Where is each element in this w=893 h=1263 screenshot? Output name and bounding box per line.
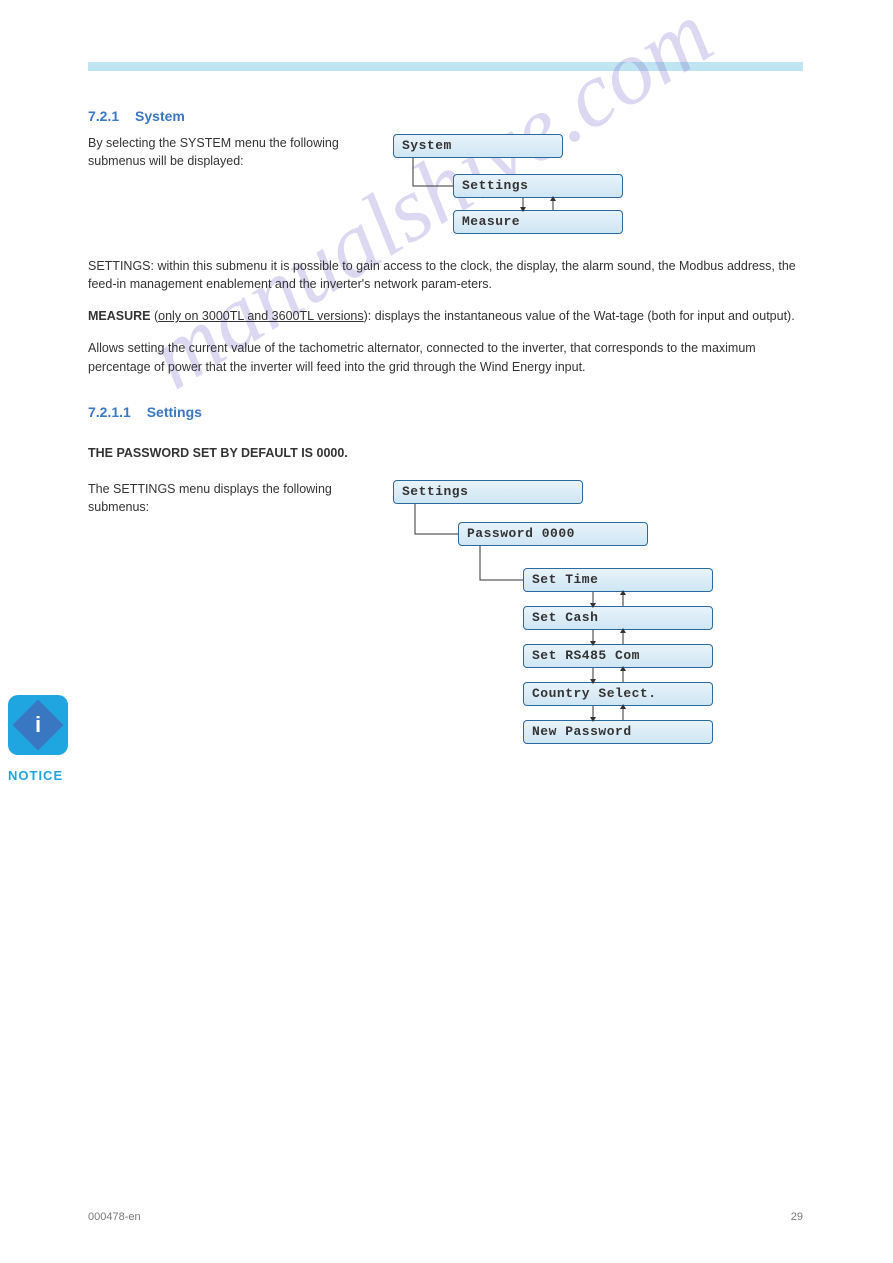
header-rule	[88, 62, 803, 71]
page-content: 7.2.1 System By selecting the SYSTEM men…	[88, 108, 803, 770]
settings-desc: SETTINGS: within this submenu it is poss…	[88, 257, 803, 293]
section-title: System	[135, 108, 185, 124]
section-number: 7.2.1	[88, 108, 119, 124]
diagram-connector-2	[393, 480, 733, 760]
notice-text: THE PASSWORD SET BY DEFAULT IS 0000.	[88, 444, 803, 462]
footer-code: 000478-en	[88, 1211, 141, 1223]
measure-desc: MEASURE (only on 3000TL and 3600TL versi…	[88, 307, 803, 325]
settings-intro: The SETTINGS menu displays the following…	[88, 480, 375, 516]
section-721-intro: By selecting the SYSTEM menu the followi…	[88, 134, 375, 170]
section-721-heading: 7.2.1 System	[88, 108, 803, 124]
notice-label: NOTICE	[8, 768, 63, 783]
info-glyph: i	[35, 712, 41, 738]
notice-icon: i	[8, 695, 68, 755]
diagram-connector	[393, 134, 653, 244]
wattage-desc: Allows setting the current value of the …	[88, 339, 803, 375]
section-7211-heading: 7.2.1.1 Settings	[88, 404, 803, 420]
footer-page: 29	[791, 1211, 803, 1223]
section-number: 7.2.1.1	[88, 404, 131, 420]
section-title: Settings	[147, 404, 202, 420]
page-footer: 000478-en 29	[88, 1211, 803, 1223]
